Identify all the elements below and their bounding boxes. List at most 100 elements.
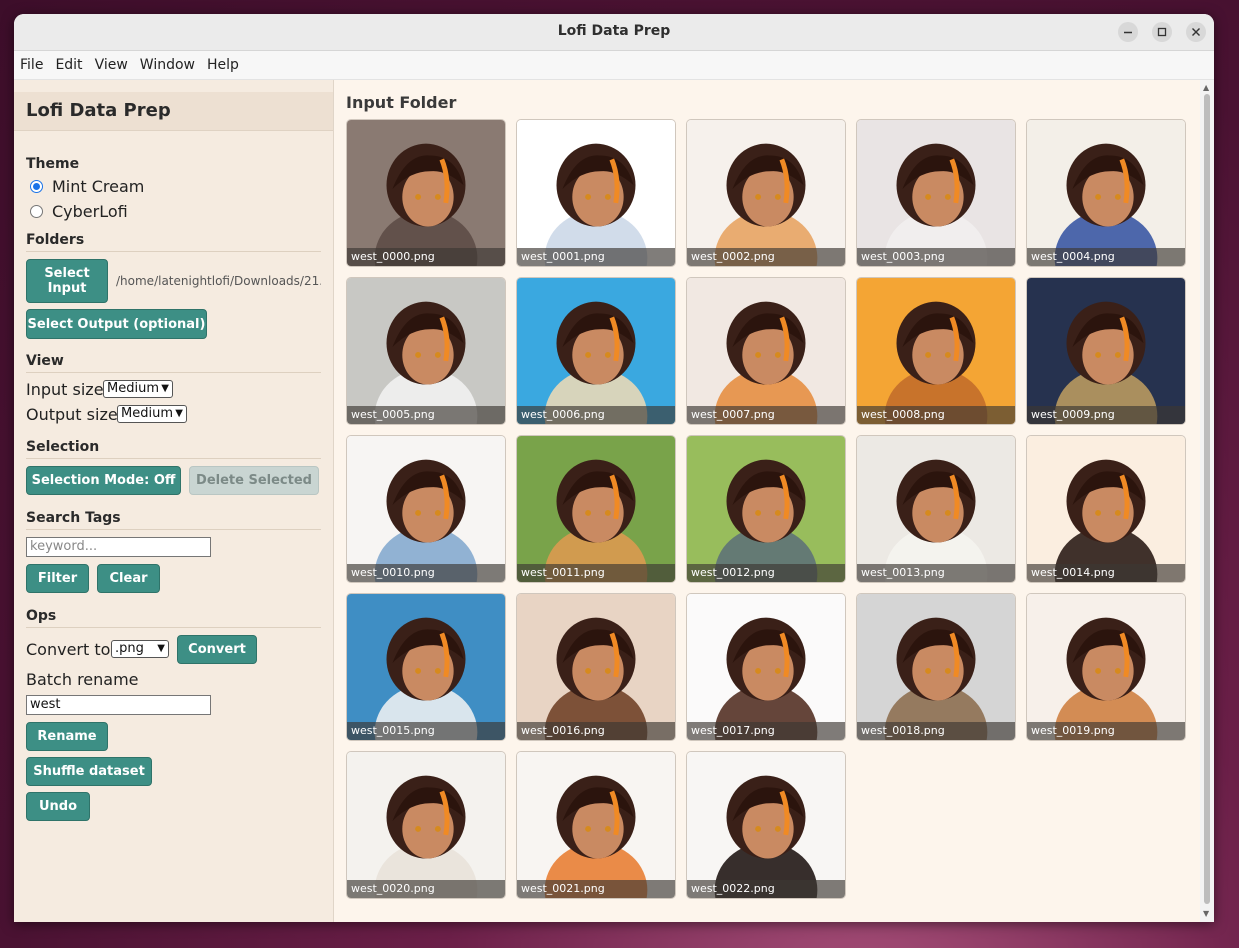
image-thumbnail — [857, 120, 1015, 266]
input-size-select[interactable]: Medium ▼ — [103, 380, 173, 398]
image-tile[interactable]: west_0022.png — [686, 751, 846, 899]
image-filename: west_0019.png — [1027, 722, 1185, 740]
image-thumbnail — [687, 278, 845, 424]
input-path: /home/latenightlofi/Downloads/21... — [116, 274, 321, 288]
image-thumbnail — [687, 594, 845, 740]
menu-help[interactable]: Help — [201, 57, 245, 73]
search-tags-input[interactable]: keyword... — [26, 537, 211, 557]
theme-heading: Theme — [26, 156, 80, 172]
image-thumbnail — [347, 278, 505, 424]
image-thumbnail — [1027, 278, 1185, 424]
image-tile[interactable]: west_0005.png — [346, 277, 506, 425]
image-tile[interactable]: west_0002.png — [686, 119, 846, 267]
image-tile[interactable]: west_0004.png — [1026, 119, 1186, 267]
ops-heading: Ops — [26, 608, 321, 628]
image-thumbnail — [517, 594, 675, 740]
title-bar: Lofi Data Prep — [14, 14, 1214, 51]
input-folder-panel: Input Folder west_0000.png west_0001.png w… — [334, 80, 1200, 922]
convert-button[interactable]: Convert — [177, 635, 257, 664]
select-output-button[interactable]: Select Output (optional) — [26, 309, 207, 339]
image-filename: west_0008.png — [857, 406, 1015, 424]
image-filename: west_0016.png — [517, 722, 675, 740]
batch-rename-label: Batch rename — [26, 670, 139, 689]
image-tile[interactable]: west_0014.png — [1026, 435, 1186, 583]
image-thumbnail — [857, 436, 1015, 582]
image-tile[interactable]: west_0006.png — [516, 277, 676, 425]
image-tile[interactable]: west_0010.png — [346, 435, 506, 583]
image-filename: west_0018.png — [857, 722, 1015, 740]
clear-button[interactable]: Clear — [97, 564, 160, 593]
image-tile[interactable]: west_0009.png — [1026, 277, 1186, 425]
image-filename: west_0011.png — [517, 564, 675, 582]
scrollbar-thumb[interactable] — [1204, 94, 1210, 904]
image-thumbnail — [687, 436, 845, 582]
maximize-icon — [1157, 27, 1167, 37]
image-tile[interactable]: west_0017.png — [686, 593, 846, 741]
theme-option-mint-cream[interactable]: Mint Cream — [30, 177, 144, 196]
radio-selected-icon[interactable] — [30, 180, 43, 193]
image-tile[interactable]: west_0013.png — [856, 435, 1016, 583]
menu-view[interactable]: View — [89, 57, 134, 73]
image-tile[interactable]: west_0003.png — [856, 119, 1016, 267]
scroll-up-icon[interactable]: ▲ — [1203, 83, 1209, 92]
image-tile[interactable]: west_0020.png — [346, 751, 506, 899]
image-tile[interactable]: west_0016.png — [516, 593, 676, 741]
output-size-label: Output size — [26, 405, 118, 424]
image-thumbnail — [1027, 120, 1185, 266]
scroll-down-icon[interactable]: ▼ — [1203, 909, 1209, 918]
menu-window[interactable]: Window — [134, 57, 201, 73]
image-thumbnail — [857, 594, 1015, 740]
image-filename: west_0020.png — [347, 880, 505, 898]
menu-file[interactable]: File — [14, 57, 49, 73]
image-thumbnail — [517, 752, 675, 898]
sidebar-title: Lofi Data Prep — [26, 100, 171, 121]
image-tile[interactable]: west_0015.png — [346, 593, 506, 741]
radio-unselected-icon[interactable] — [30, 205, 43, 218]
delete-selected-button[interactable]: Delete Selected — [189, 466, 319, 495]
image-tile[interactable]: west_0012.png — [686, 435, 846, 583]
filter-button[interactable]: Filter — [26, 564, 89, 593]
undo-button[interactable]: Undo — [26, 792, 90, 821]
image-filename: west_0004.png — [1027, 248, 1185, 266]
output-size-value: Medium — [121, 406, 173, 421]
close-button[interactable] — [1186, 22, 1206, 42]
format-select[interactable]: .png ▼ — [111, 640, 169, 658]
image-thumbnail — [347, 752, 505, 898]
minimize-button[interactable] — [1118, 22, 1138, 42]
image-filename: west_0001.png — [517, 248, 675, 266]
image-filename: west_0014.png — [1027, 564, 1185, 582]
image-filename: west_0005.png — [347, 406, 505, 424]
image-tile[interactable]: west_0019.png — [1026, 593, 1186, 741]
shuffle-dataset-button[interactable]: Shuffle dataset — [26, 757, 152, 786]
image-filename: west_0003.png — [857, 248, 1015, 266]
image-tile[interactable]: west_0011.png — [516, 435, 676, 583]
image-thumbnail — [517, 436, 675, 582]
image-filename: west_0015.png — [347, 722, 505, 740]
image-filename: west_0010.png — [347, 564, 505, 582]
panel-heading: Input Folder — [346, 93, 457, 112]
image-tile[interactable]: west_0007.png — [686, 277, 846, 425]
image-filename: west_0013.png — [857, 564, 1015, 582]
image-filename: west_0021.png — [517, 880, 675, 898]
batch-rename-input[interactable]: west — [26, 695, 211, 715]
menu-edit[interactable]: Edit — [49, 57, 88, 73]
select-input-button[interactable]: Select Input — [26, 259, 108, 303]
image-tile[interactable]: west_0001.png — [516, 119, 676, 267]
output-size-select[interactable]: Medium ▼ — [117, 405, 187, 423]
image-tile[interactable]: west_0008.png — [856, 277, 1016, 425]
image-filename: west_0006.png — [517, 406, 675, 424]
maximize-button[interactable] — [1152, 22, 1172, 42]
image-tile[interactable]: west_0021.png — [516, 751, 676, 899]
view-heading: View — [26, 353, 321, 373]
rename-button[interactable]: Rename — [26, 722, 108, 751]
image-tile[interactable]: west_0000.png — [346, 119, 506, 267]
sidebar: Lofi Data Prep Theme Mint Cream CyberLof… — [14, 80, 334, 922]
selection-mode-button[interactable]: Selection Mode: Off — [26, 466, 181, 495]
chevron-down-icon: ▼ — [157, 643, 165, 654]
vertical-scrollbar[interactable]: ▲ ▼ — [1200, 80, 1214, 922]
image-tile[interactable]: west_0018.png — [856, 593, 1016, 741]
image-filename: west_0009.png — [1027, 406, 1185, 424]
app-window: Lofi Data Prep File Edit View Window Hel… — [14, 14, 1214, 922]
theme-option-cyberlofi[interactable]: CyberLofi — [30, 202, 128, 221]
image-filename: west_0000.png — [347, 248, 505, 266]
